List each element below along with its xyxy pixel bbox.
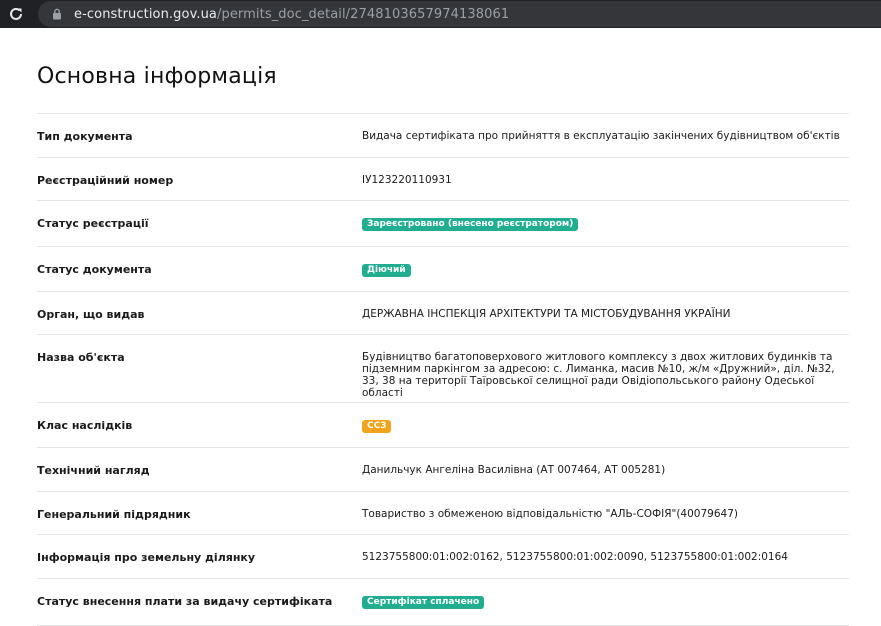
info-value: Видача сертифіката про прийняття в експл…	[362, 130, 840, 142]
info-value-cell: Зареєстровано (внесено реєстратором)	[362, 217, 842, 231]
url-host: e-construction.gov.ua	[74, 6, 217, 22]
info-value: Будівництво багатоповерхового житлового …	[362, 351, 835, 399]
info-value: ДЕРЖАВНА ІНСПЕКЦІЯ АРХІТЕКТУРИ ТА МІСТОБ…	[362, 308, 731, 320]
info-value-cell: СС3	[362, 419, 842, 433]
info-table: Тип документа Видача сертифіката про при…	[37, 113, 849, 624]
info-label: Генеральний підрядник	[37, 508, 191, 521]
info-row-document-type: Тип документа Видача сертифіката про при…	[37, 113, 849, 157]
info-label: Інформація про земельну ділянку	[37, 551, 256, 564]
info-row-document-status: Статус документа Діючий	[37, 246, 849, 291]
info-value: Данильчук Ангеліна Василівна (АТ 007464,…	[362, 464, 666, 476]
info-value-cell: Сертифікат сплачено	[362, 595, 842, 609]
info-row-registration-number: Реєстраційний номер ІУ123220110931	[37, 157, 849, 200]
info-row-general-contractor: Генеральний підрядник Товариство з обмеж…	[37, 491, 849, 534]
lock-icon[interactable]	[50, 7, 64, 21]
info-label: Технічний нагляд	[37, 464, 150, 477]
info-row-consequence-class: Клас наслідків СС3	[37, 402, 849, 447]
info-row-technical-supervision: Технічний нагляд Данильчук Ангеліна Васи…	[37, 447, 849, 491]
info-row-registration-status: Статус реєстрації Зареєстровано (внесено…	[37, 200, 849, 246]
info-label: Реєстраційний номер	[37, 174, 174, 187]
info-row-object-name: Назва об'єкта Будівництво багатоповерхов…	[37, 334, 849, 402]
info-value: Товариство з обмеженою відповідальністю …	[362, 508, 738, 520]
reload-icon	[10, 7, 22, 20]
url-path: /permits_doc_detail/2748103657974138061	[217, 6, 510, 22]
info-value-cell: Діючий	[362, 263, 842, 277]
info-label: Назва об'єкта	[37, 351, 125, 364]
info-row-issuing-authority: Орган, що видав ДЕРЖАВНА ІНСПЕКЦІЯ АРХІТ…	[37, 291, 849, 334]
info-label: Статус внесення плати за видачу сертифік…	[37, 595, 333, 608]
info-row-payment-status: Статус внесення плати за видачу сертифік…	[37, 578, 849, 624]
info-label: Тип документа	[37, 130, 133, 143]
consequence-class-badge: СС3	[362, 420, 392, 433]
info-value: 5123755800:01:002:0162, 5123755800:01:00…	[362, 551, 788, 563]
info-label: Статус документа	[37, 263, 152, 276]
reload-button[interactable]	[0, 0, 32, 28]
page-title: Основна інформація	[37, 64, 277, 89]
info-value: ІУ123220110931	[362, 174, 452, 186]
info-label: Клас наслідків	[37, 419, 133, 432]
address-bar[interactable]: e-construction.gov.ua/permits_doc_detail…	[38, 1, 881, 27]
status-badge: Діючий	[362, 264, 411, 277]
payment-status-badge: Сертифікат сплачено	[362, 596, 485, 609]
status-badge: Зареєстровано (внесено реєстратором)	[362, 218, 579, 231]
info-row-land-plot: Інформація про земельну ділянку 51237558…	[37, 534, 849, 578]
url-text[interactable]: e-construction.gov.ua/permits_doc_detail…	[74, 7, 509, 22]
browser-toolbar: e-construction.gov.ua/permits_doc_detail…	[0, 0, 881, 28]
info-label: Статус реєстрації	[37, 217, 149, 230]
info-label: Орган, що видав	[37, 308, 145, 321]
